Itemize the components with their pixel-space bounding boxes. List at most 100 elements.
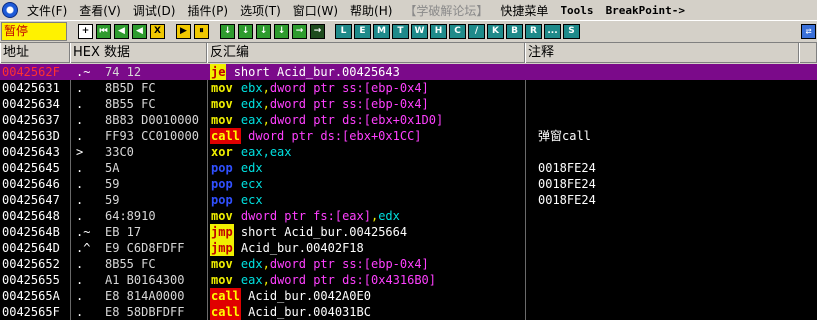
- row-jump-marker: .~: [76, 225, 91, 239]
- row-comment: [538, 304, 798, 320]
- row-operand: Acid_bur.00402F18: [240, 241, 364, 255]
- execute-till-return-icon[interactable]: →: [292, 24, 307, 39]
- swap-icon[interactable]: ⇄: [801, 24, 816, 39]
- breakpoints-button[interactable]: B: [506, 24, 523, 39]
- executable-modules-button[interactable]: E: [354, 24, 371, 39]
- row-operand: edx,dword ptr ss:[ebp-0x4]: [240, 257, 429, 271]
- row-operand: short Acid_bur.00425643: [233, 65, 400, 79]
- disasm-row[interactable]: 00425655. A1 B0164300 mov eax,dword ptr ds…: [0, 272, 817, 288]
- row-jump-marker: .: [76, 305, 84, 319]
- row-address: 00425645: [2, 161, 60, 175]
- column-disassembly[interactable]: 反汇编: [207, 43, 525, 63]
- row-hex-bytes: A1 B0164300: [105, 273, 185, 287]
- row-hex-bytes: 8B83 D0010000: [105, 113, 199, 127]
- row-mnemonic: call: [210, 288, 241, 304]
- step-over-icon[interactable]: ↓: [238, 24, 253, 39]
- disasm-row[interactable]: 0042565F. E8 58DBFDFF call Acid_bur.004031…: [0, 304, 817, 320]
- back-step-icon[interactable]: ◀: [132, 24, 147, 39]
- disasm-row[interactable]: 0042563D. FF93 CC010000 call dword ptr ds:…: [0, 128, 817, 144]
- menu-view[interactable]: 查看(V): [73, 2, 127, 19]
- memory-map-button[interactable]: M: [373, 24, 390, 39]
- references-button[interactable]: R: [525, 24, 542, 39]
- windows-button[interactable]: W: [411, 24, 428, 39]
- disasm-row[interactable]: 0042565A. E8 814A0000 call Acid_bur.0042A0…: [0, 288, 817, 304]
- row-mnemonic: pop: [211, 161, 233, 175]
- menu-shortcuts[interactable]: 快捷菜单: [494, 2, 554, 19]
- disasm-row[interactable]: 00425631. 8B5D FC mov ebx,dword ptr ss:[eb…: [0, 80, 817, 96]
- menu-debug[interactable]: 调试(D): [127, 2, 182, 19]
- disasm-row[interactable]: 00425645. 5A pop edx 0018FE24: [0, 160, 817, 176]
- row-disassembly: pop ecx: [210, 192, 522, 208]
- column-hex[interactable]: HEX 数据: [70, 43, 207, 63]
- disasm-row[interactable]: 00425648. 64:8910 mov dword ptr fs:[eax],e…: [0, 208, 817, 224]
- disasm-row[interactable]: 00425646. 59 pop ecx 0018FE24: [0, 176, 817, 192]
- row-mnemonic: mov: [211, 273, 233, 287]
- menu-help[interactable]: 帮助(H): [344, 2, 398, 19]
- back-icon[interactable]: ◀: [114, 24, 129, 39]
- disasm-row[interactable]: 00425652. 8B55 FC mov edx,dword ptr ss:[eb…: [0, 256, 817, 272]
- menu-plugins[interactable]: 插件(P): [181, 2, 234, 19]
- source-button[interactable]: S: [563, 24, 580, 39]
- disasm-row[interactable]: 0042562F .~ 74 12 je short Acid_bur.0042564…: [0, 64, 817, 80]
- column-comment[interactable]: 注释: [525, 43, 799, 63]
- row-disassembly: mov eax,dword ptr ds:[ebx+0x1D0]: [210, 112, 522, 128]
- status-indicator: 暂停: [1, 22, 67, 41]
- step-into-icon[interactable]: ↓: [220, 24, 235, 39]
- row-address: 0042564B: [2, 225, 60, 239]
- row-disassembly: call Acid_bur.004031BC: [210, 304, 522, 320]
- row-mnemonic: mov: [211, 113, 233, 127]
- row-hex-bytes: 8B55 FC: [105, 257, 156, 271]
- row-hex-bytes: 74 12: [105, 65, 142, 79]
- toolbar: 暂停 + ⏮ ◀ ◀ X ▶ ⏸ ↓ ↓ ↓ ↓ → → L E M T W H…: [0, 20, 817, 43]
- goto-icon[interactable]: →: [310, 24, 325, 39]
- patches-button[interactable]: /: [468, 24, 485, 39]
- menu-tools[interactable]: Tools: [554, 4, 599, 17]
- handles-button[interactable]: H: [430, 24, 447, 39]
- row-disassembly: mov eax,dword ptr ds:[0x4316B0]: [210, 272, 522, 288]
- row-address: 0042562F: [2, 65, 60, 79]
- row-comment: [538, 224, 798, 240]
- column-address[interactable]: 地址: [0, 43, 70, 63]
- disassembly-pane[interactable]: 0042562F .~ 74 12 je short Acid_bur.0042564…: [0, 64, 817, 320]
- log-button[interactable]: L: [335, 24, 352, 39]
- row-comment: [538, 96, 798, 112]
- trace-over-icon[interactable]: ↓: [274, 24, 289, 39]
- disasm-row[interactable]: 0042564B .~ EB 17 jmp short Acid_bur.004256…: [0, 224, 817, 240]
- menu-file[interactable]: 文件(F): [21, 2, 73, 19]
- row-disassembly: mov edx,dword ptr ss:[ebp-0x4]: [210, 96, 522, 112]
- threads-button[interactable]: T: [392, 24, 409, 39]
- row-jump-marker: >: [76, 145, 84, 159]
- restart-icon[interactable]: ⏮: [96, 24, 111, 39]
- disassembly-rows: 0042562F .~ 74 12 je short Acid_bur.0042564…: [0, 64, 817, 320]
- close-icon[interactable]: X: [150, 24, 165, 39]
- disasm-row[interactable]: 00425637. 8B83 D0010000 mov eax,dword ptr …: [0, 112, 817, 128]
- disasm-row[interactable]: 00425647. 59 pop ecx 0018FE24: [0, 192, 817, 208]
- disasm-row[interactable]: 00425634. 8B55 FC mov edx,dword ptr ss:[eb…: [0, 96, 817, 112]
- call-stack-button[interactable]: K: [487, 24, 504, 39]
- menu-breakpoint[interactable]: BreakPoint->: [600, 4, 691, 17]
- cpu-button[interactable]: C: [449, 24, 466, 39]
- row-jump-marker: .: [76, 97, 84, 111]
- menu-forum: 【学破解论坛】: [404, 3, 489, 18]
- row-operand: eax,eax: [240, 145, 292, 159]
- pause-icon[interactable]: ⏸: [194, 24, 209, 39]
- trace-into-icon[interactable]: ↓: [256, 24, 271, 39]
- row-hex-bytes: FF93 CC010000: [105, 129, 199, 143]
- menu-window[interactable]: 窗口(W): [287, 2, 344, 19]
- row-hex-bytes: 8B5D FC: [105, 81, 156, 95]
- row-jump-marker: .: [76, 193, 84, 207]
- row-operand: Acid_bur.0042A0E0: [248, 289, 371, 303]
- menu-bar: 文件(F) 查看(V) 调试(D) 插件(P) 选项(T) 窗口(W) 帮助(H…: [0, 0, 817, 20]
- row-address: 0042564D: [2, 241, 60, 255]
- row-mnemonic: je: [210, 64, 227, 80]
- row-comment: [538, 80, 798, 96]
- row-jump-marker: .: [76, 273, 84, 287]
- disasm-row[interactable]: 0042564D .^ E9 C6D8FDFF jmp Acid_bur.00402F…: [0, 240, 817, 256]
- row-hex-bytes: E8 814A0000: [105, 289, 185, 303]
- disasm-row[interactable]: 00425643 >33C0 xor eax,eax: [0, 144, 817, 160]
- open-file-button[interactable]: +: [78, 24, 93, 39]
- run-icon[interactable]: ▶: [176, 24, 191, 39]
- run-trace-button[interactable]: ...: [544, 24, 561, 39]
- row-disassembly: call Acid_bur.0042A0E0: [210, 288, 522, 304]
- menu-options[interactable]: 选项(T): [234, 2, 287, 19]
